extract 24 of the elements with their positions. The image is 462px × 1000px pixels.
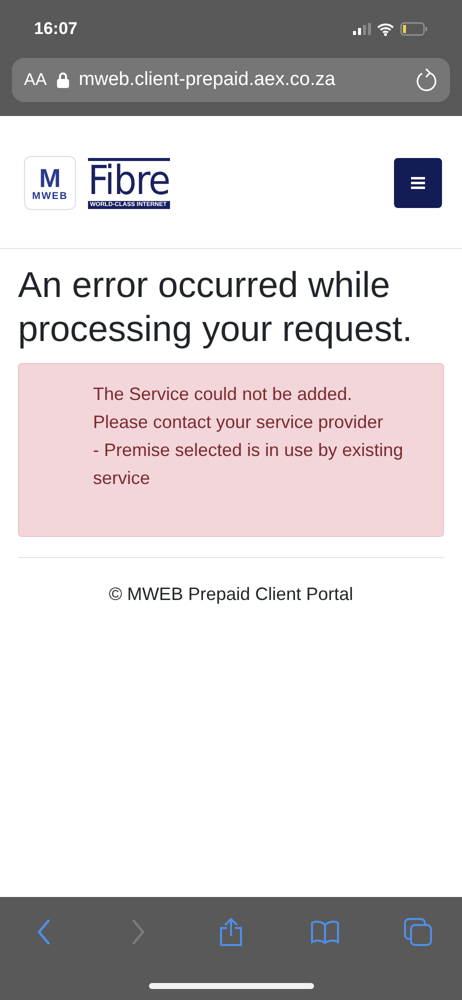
back-icon <box>36 918 52 946</box>
text-size-button[interactable]: AA <box>24 70 47 90</box>
error-heading: An error occurred while processing your request. <box>18 263 414 351</box>
forward-icon <box>130 918 146 946</box>
signal-icon <box>353 23 371 35</box>
lock-icon <box>56 72 69 88</box>
reload-icon[interactable] <box>416 68 438 92</box>
error-message: Please contact your service provider <box>93 411 384 434</box>
tabs-icon <box>403 917 433 947</box>
share-icon <box>218 917 244 947</box>
address-bar[interactable]: AA mweb.client-prepaid.aex.co.za <box>12 58 450 102</box>
logo-wordmark: Fibre <box>88 160 170 200</box>
menu-icon <box>411 177 425 189</box>
book-icon <box>310 919 340 945</box>
error-message: The Service could not be added. <box>93 383 354 406</box>
url-text: mweb.client-prepaid.aex.co.za <box>78 69 336 91</box>
error-message: - Premise selected is in use by existing service <box>93 439 404 490</box>
battery-icon <box>400 22 428 36</box>
menu-button[interactable] <box>394 158 442 208</box>
status-time: 16:07 <box>34 19 78 39</box>
logo-letter: M <box>39 164 61 190</box>
footer-copyright: © MWEB Prepaid Client Portal <box>108 584 354 605</box>
logo-text: MWEB <box>32 190 68 202</box>
wifi-icon <box>377 22 394 36</box>
